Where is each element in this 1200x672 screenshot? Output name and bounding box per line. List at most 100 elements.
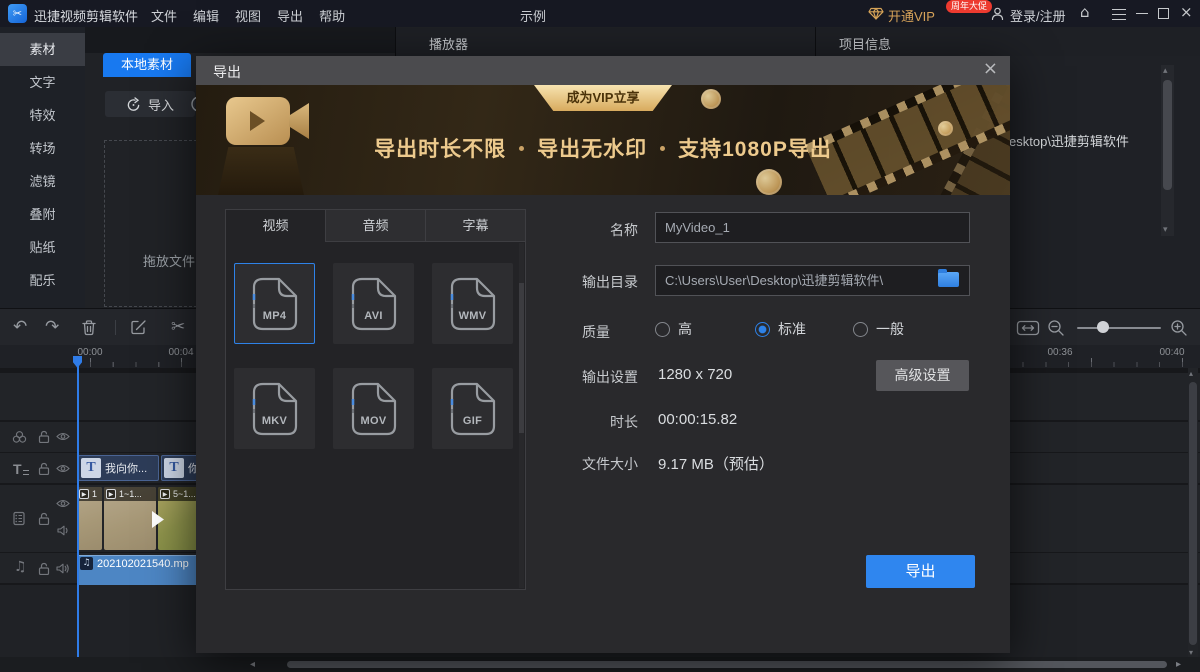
vip-gem-icon[interactable]: [868, 7, 884, 20]
radio-label: 标准: [778, 319, 806, 339]
format-option-avi[interactable]: AVI: [333, 263, 414, 344]
quality-option-normal[interactable]: 一般: [853, 319, 904, 339]
player-panel-header: 播放器: [396, 27, 816, 56]
output-dir-input[interactable]: C:\Users\User\Desktop\迅捷剪辑软件\: [655, 265, 970, 296]
horizontal-scrollbar-thumb[interactable]: [287, 661, 1167, 668]
radio-icon[interactable]: [655, 322, 670, 337]
project-panel-scrollbar[interactable]: ▴ ▾: [1161, 65, 1174, 236]
menu-bar: 文件 编辑 视图 导出 帮助: [151, 6, 345, 25]
sidebar-item-music[interactable]: 配乐: [0, 264, 85, 297]
close-window-button[interactable]: ×: [1180, 3, 1193, 21]
dot-separator: [660, 146, 665, 151]
scroll-left-icon[interactable]: ◂: [250, 659, 255, 670]
menu-item-view[interactable]: 视图: [235, 6, 261, 25]
eye-icon[interactable]: [56, 499, 70, 508]
vip-promo-banner[interactable]: 成为VIP立享 导出时长不限 导出无水印 支持1080P导出: [196, 85, 1010, 195]
scroll-right-icon[interactable]: ▸: [1176, 659, 1181, 670]
video-clip[interactable]: ▶1: [77, 487, 102, 550]
scroll-up-icon[interactable]: ▴: [1189, 369, 1193, 378]
quality-option-standard[interactable]: 标准: [755, 319, 806, 339]
lock-icon[interactable]: [38, 512, 50, 525]
sidebar-item-filters[interactable]: 滤镜: [0, 165, 85, 198]
delete-button[interactable]: [81, 319, 97, 336]
ruler-tick-label: 00:36: [1047, 347, 1072, 358]
file-icon: [351, 277, 397, 331]
lock-icon[interactable]: [38, 462, 50, 475]
titlebar: ✂ 迅捷视频剪辑软件 文件 编辑 视图 导出 帮助 示例 开通VIP 周年大促 …: [0, 0, 1200, 27]
dropzone-hint: 拖放文件: [143, 251, 195, 270]
sidebar-item-effects[interactable]: 特效: [0, 99, 85, 132]
scrollbar-thumb[interactable]: [1163, 80, 1172, 190]
lock-icon[interactable]: [38, 562, 50, 575]
format-option-mp4[interactable]: MP4: [234, 263, 315, 344]
home-icon[interactable]: ⌂: [1080, 3, 1090, 21]
advanced-settings-button[interactable]: 高级设置: [876, 360, 969, 391]
tab-local-media[interactable]: 本地素材: [103, 53, 191, 77]
scroll-down-icon[interactable]: ▾: [1163, 225, 1168, 235]
menu-item-export[interactable]: 导出: [277, 6, 303, 25]
vertical-scrollbar-thumb[interactable]: [1189, 382, 1197, 645]
scrollbar-thumb[interactable]: [519, 283, 524, 433]
output-dir-label: 输出目录: [496, 272, 638, 292]
zoom-slider-track[interactable]: [1077, 327, 1161, 329]
format-tabs: 视频 音频 字幕: [226, 210, 525, 242]
menu-item-file[interactable]: 文件: [151, 6, 177, 25]
maximize-button[interactable]: [1158, 8, 1169, 19]
media-panel-tabstrip: [85, 27, 395, 53]
audio-track-icon: ♫: [14, 559, 27, 575]
project-title: 示例: [520, 6, 546, 25]
import-button[interactable]: 导入: [105, 91, 195, 117]
speaker-icon[interactable]: [56, 563, 69, 574]
tab-audio-formats[interactable]: 音频: [326, 210, 426, 242]
coin-decoration: [701, 89, 721, 109]
scroll-up-icon[interactable]: ▴: [1163, 66, 1168, 76]
format-option-mkv[interactable]: MKV: [234, 368, 315, 449]
browse-folder-icon[interactable]: [938, 272, 959, 287]
export-button[interactable]: 导出: [866, 555, 975, 588]
sidebar-item-text[interactable]: 文字: [0, 66, 85, 99]
fit-timeline-button[interactable]: [1016, 320, 1040, 336]
name-input[interactable]: MyVideo_1: [655, 212, 970, 243]
radio-icon[interactable]: [755, 322, 770, 337]
minimize-button[interactable]: [1136, 13, 1148, 14]
hamburger-menu-icon[interactable]: [1112, 9, 1126, 20]
text-clip-label: 我向你...: [105, 460, 147, 476]
tab-player[interactable]: 播放器: [429, 34, 468, 53]
horizontal-scrollbar[interactable]: ◂ ▸: [0, 657, 1200, 672]
zoom-slider-handle[interactable]: [1097, 321, 1109, 333]
edit-clip-button[interactable]: [130, 319, 147, 335]
dialog-close-button[interactable]: ×: [983, 58, 998, 79]
sidebar-item-stickers[interactable]: 贴纸: [0, 231, 85, 264]
menu-item-edit[interactable]: 编辑: [193, 6, 219, 25]
play-badge-icon: ▶: [106, 489, 116, 499]
text-clip[interactable]: T 我向你...: [78, 455, 159, 481]
tab-project-info[interactable]: 项目信息: [839, 34, 891, 53]
lock-icon[interactable]: [38, 430, 50, 443]
scroll-down-icon[interactable]: ▾: [1189, 648, 1193, 657]
login-register-button[interactable]: 登录/注册: [1010, 6, 1066, 25]
coin-decoration: [756, 169, 782, 195]
play-badge-icon: ▶: [79, 489, 89, 499]
video-clip[interactable]: ▶1~1...: [104, 487, 156, 550]
tab-video-formats[interactable]: 视频: [226, 210, 326, 242]
open-vip-button[interactable]: 开通VIP: [888, 6, 935, 25]
zoom-in-button[interactable]: [1170, 319, 1188, 337]
zoom-out-button[interactable]: [1047, 319, 1065, 337]
redo-button[interactable]: ↷: [45, 318, 59, 336]
format-label: MOV: [334, 415, 413, 427]
radio-icon[interactable]: [853, 322, 868, 337]
eye-icon[interactable]: [56, 432, 70, 441]
speaker-icon[interactable]: [57, 525, 70, 536]
sidebar-item-media[interactable]: 素材: [0, 33, 85, 66]
vip-feature: 支持1080P导出: [678, 133, 832, 163]
vip-feature: 导出无水印: [537, 133, 647, 163]
quality-option-high[interactable]: 高: [655, 319, 692, 339]
sidebar-item-overlays[interactable]: 叠附: [0, 198, 85, 231]
dot-separator: [519, 146, 524, 151]
menu-item-help[interactable]: 帮助: [319, 6, 345, 25]
format-option-mov[interactable]: MOV: [333, 368, 414, 449]
eye-icon[interactable]: [56, 464, 70, 473]
undo-button[interactable]: ↶: [13, 318, 27, 336]
sidebar-item-transitions[interactable]: 转场: [0, 132, 85, 165]
split-scissors-button[interactable]: ✂: [171, 318, 185, 336]
